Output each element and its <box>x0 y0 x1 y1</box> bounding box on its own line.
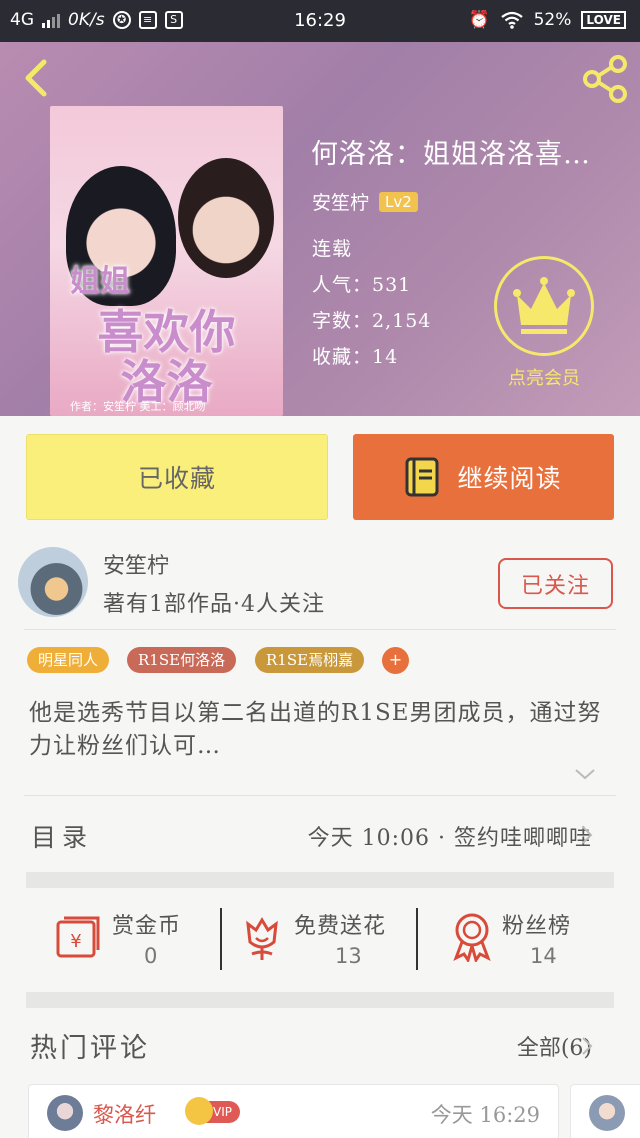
svg-text:¥: ¥ <box>70 931 81 952</box>
battery-level: 52% <box>533 10 572 30</box>
alarm-icon: ⏰ <box>468 10 490 30</box>
author-name[interactable]: 安笙柠 <box>103 548 169 580</box>
section-separator <box>26 992 614 1008</box>
book-title: 何洛洛：姐姐洛洛喜… <box>311 139 591 170</box>
commenter-avatar[interactable] <box>589 1095 625 1131</box>
book-status: 连载 <box>312 238 353 260</box>
book-author-row: 安笙柠 Lv2 <box>312 188 418 215</box>
reward-coins-value: 0 <box>144 944 158 968</box>
book-header: 姐姐 喜欢你 洛洛 作者：安笙柠 美工：顾北吻 何洛洛：姐姐洛洛喜… 安笙柠 L… <box>0 42 640 416</box>
comment-card[interactable]: 黎洛纤 VIP 今天 16:29 <box>28 1084 559 1138</box>
flower-icon <box>246 917 278 960</box>
hot-comments-title: 热门评论 <box>30 1033 150 1064</box>
section-separator <box>26 872 614 888</box>
brand-badge: LOVE <box>581 11 626 29</box>
fan-ranking-action[interactable]: 粉丝榜 14 <box>450 904 590 970</box>
cover-title-line1: 姐姐 <box>70 264 130 299</box>
tag-chip[interactable]: 明星同人 <box>27 647 110 673</box>
divider <box>220 908 222 970</box>
fan-ranking-value: 14 <box>530 944 557 968</box>
chevron-right-icon[interactable] <box>580 824 594 846</box>
fan-ranking-label: 粉丝榜 <box>502 914 572 939</box>
commenter-name[interactable]: 黎洛纤 <box>93 1099 156 1129</box>
cover-credits: 作者：安笙柠 美工：顾北吻 <box>70 400 206 413</box>
back-arrow-icon[interactable] <box>16 56 56 100</box>
follow-button-label: 已关注 <box>520 573 590 599</box>
book-description[interactable]: 他是选秀节目以第二名出道的R1SE男团成员，通过努力让粉丝们认可… <box>29 697 614 763</box>
catalog-latest-chapter[interactable]: 今天 10:06 · 签约哇唧唧哇 <box>308 820 592 852</box>
chevron-right-icon[interactable] <box>580 1035 594 1057</box>
comment-time: 今天 16:29 <box>430 1103 540 1127</box>
send-flower-value: 13 <box>335 944 362 968</box>
vip-label[interactable]: 点亮会员 <box>494 364 594 390</box>
commenter-avatar[interactable] <box>47 1095 83 1131</box>
book-word-count: 字数：2,154 <box>312 310 432 332</box>
share-icon[interactable] <box>580 54 630 104</box>
follow-button[interactable]: 已关注 <box>498 558 613 609</box>
continue-reading-button[interactable]: 继续阅读 <box>353 434 614 520</box>
continue-reading-label: 继续阅读 <box>457 464 562 493</box>
vip-button[interactable] <box>494 256 594 356</box>
add-tag-button[interactable]: + <box>382 647 409 674</box>
divider <box>24 795 616 796</box>
chevron-down-icon[interactable] <box>573 766 597 782</box>
send-flower-label: 免费送花 <box>294 914 387 939</box>
catalog-label[interactable]: 目录 <box>31 818 93 854</box>
reward-coins-action[interactable]: ¥ 赏金币 0 <box>54 904 204 970</box>
comment-card[interactable] <box>570 1084 640 1138</box>
status-bar: 4G 0K/s ✪ ≡ S 16:29 ⏰ 52% LOVE <box>0 0 640 42</box>
medal-icon <box>453 913 491 962</box>
tag-chip[interactable]: R1SE焉栩嘉 <box>255 647 365 673</box>
book-author[interactable]: 安笙柠 <box>312 188 369 215</box>
tag-chip[interactable]: R1SE何洛洛 <box>127 647 237 673</box>
wifi-icon <box>500 11 523 29</box>
reward-coins-label: 赏金币 <box>112 914 182 939</box>
book-cover[interactable]: 姐姐 喜欢你 洛洛 作者：安笙柠 美工：顾北吻 <box>50 106 283 416</box>
author-level-badge: Lv2 <box>379 191 418 212</box>
divider <box>416 908 418 970</box>
crown-badge-icon <box>185 1097 213 1125</box>
author-info: 著有1部作品·4人关注 <box>103 592 325 617</box>
status-right: ⏰ 52% LOVE <box>468 10 626 30</box>
book-icon <box>405 457 439 497</box>
book-popularity: 人气：531 <box>312 274 412 296</box>
send-flower-action[interactable]: 免费送花 13 <box>240 904 410 970</box>
red-envelope-icon: ¥ <box>56 916 100 958</box>
crown-icon <box>513 277 575 334</box>
book-favorites: 收藏：14 <box>312 346 399 368</box>
divider <box>24 629 616 630</box>
collect-button[interactable]: 已收藏 <box>26 434 328 520</box>
author-avatar[interactable] <box>18 547 88 617</box>
collect-button-label: 已收藏 <box>137 464 216 493</box>
